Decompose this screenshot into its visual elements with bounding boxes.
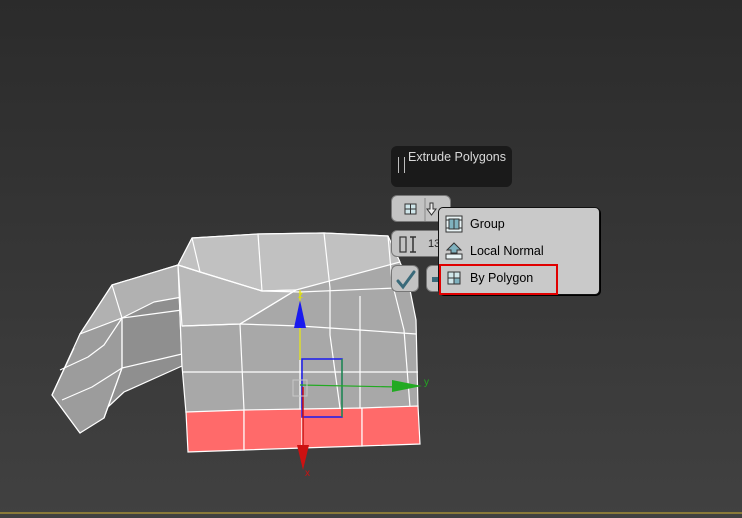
by-polygon-highlight-box (439, 264, 558, 295)
viewport-bottom-border (0, 512, 742, 514)
extrude-caddy-title[interactable]: Extrude Polygons (391, 146, 512, 187)
gizmo-x-label: x (305, 468, 310, 479)
caddy-grip-handle[interactable] (398, 157, 405, 173)
caddy-title-text: Extrude Polygons (408, 150, 506, 164)
3d-viewport[interactable]: z y x Extrude Polygons 13 Group Local No… (0, 0, 742, 518)
menu-item-group[interactable]: Group (439, 212, 599, 238)
gizmo-y-label: y (424, 377, 429, 388)
gizmo-z-label: z (298, 290, 303, 301)
height-icon (399, 236, 416, 253)
mesh-arm[interactable] (51, 264, 183, 434)
menu-item-group-label: Group (470, 217, 505, 231)
chevron-down-icon[interactable] (426, 202, 437, 216)
gizmo-x-arrow[interactable] (297, 445, 309, 470)
mesh-object[interactable]: z y x (0, 0, 742, 518)
menu-item-local-normal[interactable]: Local Normal (439, 239, 599, 265)
local-normal-icon (445, 242, 463, 260)
group-icon (445, 215, 463, 233)
ok-button[interactable] (391, 265, 419, 292)
by-polygon-icon (404, 203, 417, 215)
menu-item-local-normal-label: Local Normal (470, 244, 544, 258)
checkmark-icon (396, 270, 416, 290)
